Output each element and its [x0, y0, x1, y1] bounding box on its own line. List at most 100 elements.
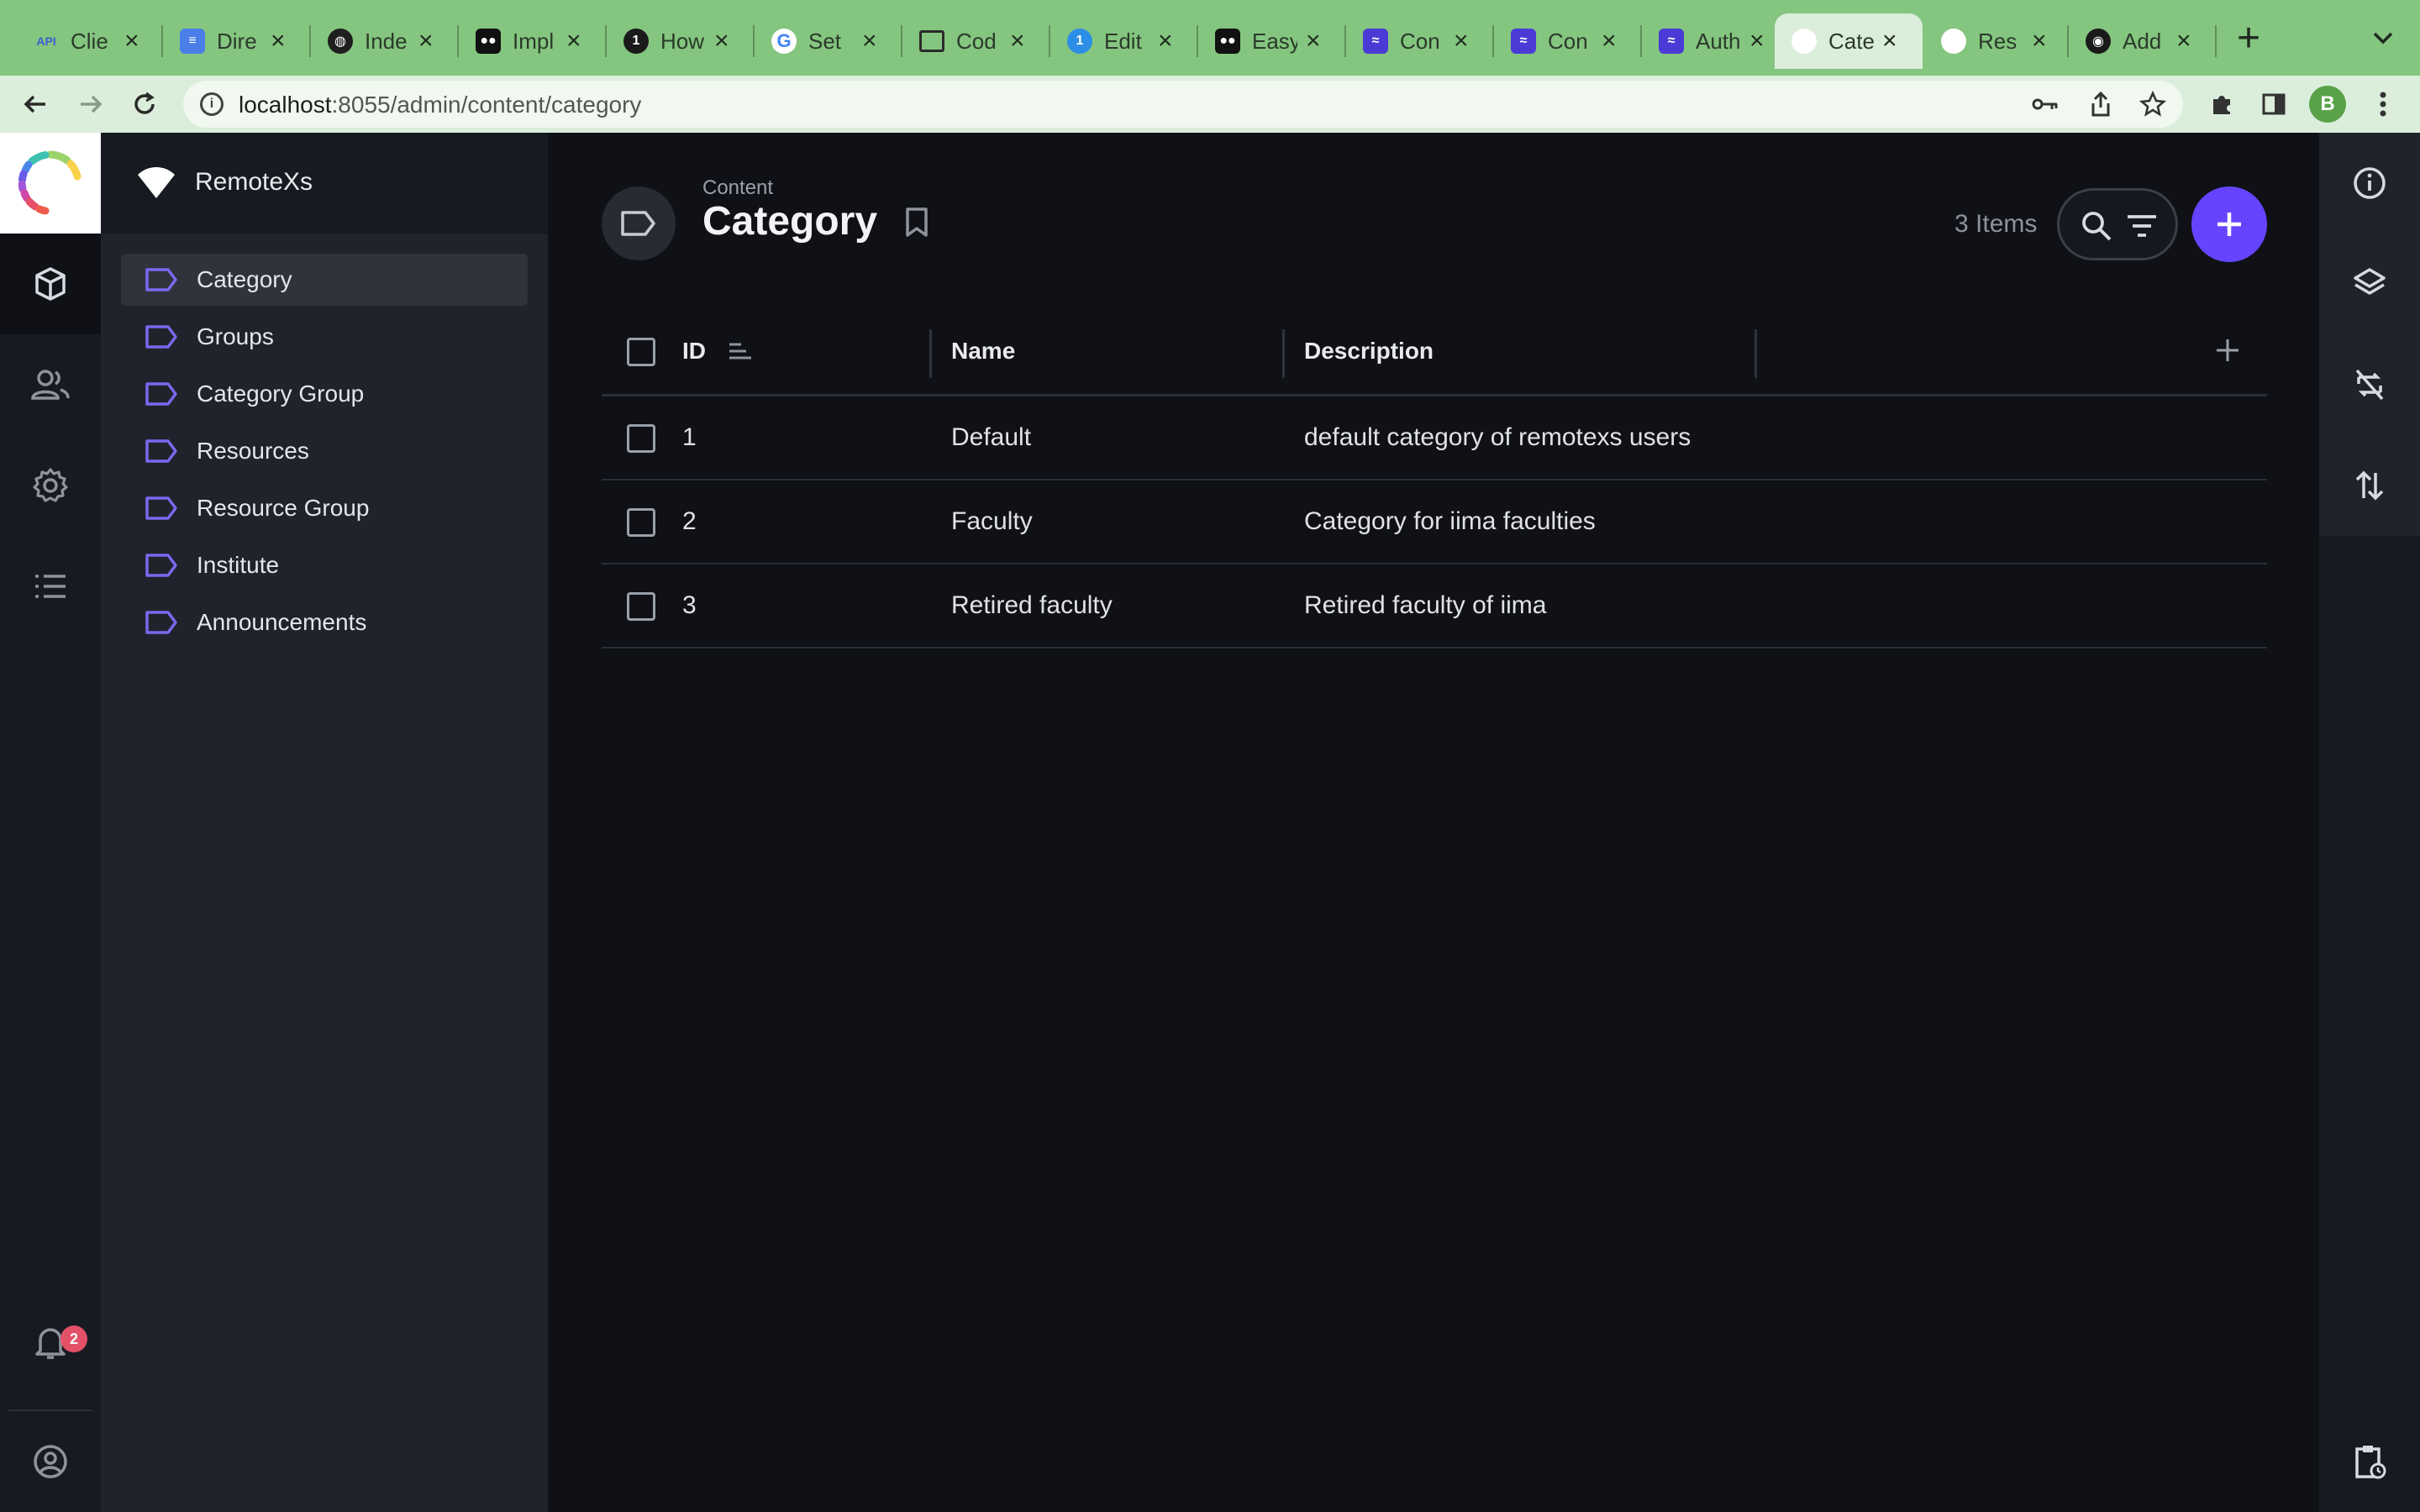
collection-icon-button[interactable]: [602, 186, 676, 260]
plus-icon: [2217, 213, 2241, 236]
browser-tab-active[interactable]: Cate ×: [1775, 13, 1923, 69]
back-arrow-icon[interactable]: [15, 84, 55, 124]
sidebar-import-export-button[interactable]: [2319, 435, 2420, 536]
tab-label: Cate: [1828, 28, 1874, 54]
new-tab-button[interactable]: +: [2237, 18, 2260, 59]
add-field-button[interactable]: [2215, 333, 2240, 370]
browser-tab[interactable]: ●● Easy ×: [1198, 13, 1343, 69]
search-icon: [2082, 212, 2112, 241]
column-resize-handle[interactable]: [1754, 329, 1757, 378]
close-icon[interactable]: ×: [271, 29, 286, 54]
profile-avatar[interactable]: B: [2309, 86, 2346, 123]
browser-tab[interactable]: Cod ×: [902, 13, 1047, 69]
nav-item-category[interactable]: Category: [121, 254, 528, 306]
close-icon[interactable]: ×: [418, 29, 434, 54]
close-icon[interactable]: ×: [714, 29, 729, 54]
table-row[interactable]: 1 Default default category of remotexs u…: [602, 396, 2267, 480]
1password-icon: 1: [623, 29, 649, 54]
close-icon[interactable]: ×: [2032, 29, 2047, 54]
browser-tab[interactable]: 1 How ×: [607, 13, 751, 69]
list-icon: [35, 575, 66, 598]
close-icon[interactable]: ×: [1602, 29, 1617, 54]
close-icon[interactable]: ×: [1306, 29, 1321, 54]
select-all-checkbox[interactable]: [627, 338, 655, 366]
collections-nav: RemoteXs Category Groups Category Group …: [101, 133, 548, 1512]
site-info-icon[interactable]: i: [200, 92, 224, 116]
nav-item-announcements[interactable]: Announcements: [121, 596, 528, 648]
tab-search-chevron-icon[interactable]: [2371, 25, 2395, 52]
browser-tab[interactable]: ≡ Dire ×: [163, 13, 308, 69]
browser-tab[interactable]: ≈ Con ×: [1346, 13, 1491, 69]
close-icon[interactable]: ×: [1454, 29, 1469, 54]
app-logo[interactable]: [0, 133, 101, 234]
project-header[interactable]: RemoteXs: [101, 133, 548, 234]
tab-label: Clie: [71, 28, 108, 54]
reload-icon[interactable]: [124, 84, 165, 124]
module-users[interactable]: [0, 334, 101, 435]
sidebar-refresh-button[interactable]: [2319, 334, 2420, 435]
search-button[interactable]: [2078, 207, 2115, 244]
close-icon[interactable]: ×: [862, 29, 877, 54]
close-icon[interactable]: ×: [1158, 29, 1173, 54]
module-settings[interactable]: [0, 435, 101, 536]
column-header-name[interactable]: Name: [951, 338, 1015, 365]
tab-label: Con: [1548, 28, 1588, 54]
items-table: ID Name Description 1 Default default ca…: [602, 309, 2267, 648]
browser-tab[interactable]: 1 Edit ×: [1050, 13, 1195, 69]
nav-item-resources[interactable]: Resources: [121, 425, 528, 477]
close-icon[interactable]: ×: [1010, 29, 1025, 54]
breadcrumb[interactable]: Content: [702, 176, 773, 200]
close-icon[interactable]: ×: [1749, 29, 1765, 54]
kebab-menu-icon[interactable]: [2365, 86, 2402, 123]
close-icon[interactable]: ×: [1882, 29, 1897, 54]
browser-tab[interactable]: ◍ Inde ×: [311, 13, 455, 69]
forward-arrow-icon[interactable]: [71, 84, 111, 124]
nav-item-institute[interactable]: Institute: [121, 539, 528, 591]
close-icon[interactable]: ×: [566, 29, 581, 54]
filter-button[interactable]: [2123, 207, 2160, 244]
browser-tab[interactable]: Res ×: [1924, 13, 2065, 69]
side-panel-icon[interactable]: [2255, 86, 2292, 123]
share-icon[interactable]: [2084, 87, 2118, 121]
docs-icon: ≡: [180, 29, 205, 54]
url-text[interactable]: localhost:8055/admin/content/category: [239, 92, 641, 118]
bookmark-button[interactable]: [904, 207, 929, 243]
sidebar-clipboard-button[interactable]: [2319, 1411, 2420, 1512]
sync-disabled-icon: [2355, 369, 2384, 401]
row-checkbox[interactable]: [627, 424, 655, 453]
nav-item-category-group[interactable]: Category Group: [121, 368, 528, 420]
column-header-description[interactable]: Description: [1304, 338, 1434, 365]
column-header-id[interactable]: ID: [682, 338, 706, 365]
sidebar-layout-button[interactable]: [2319, 234, 2420, 334]
close-icon[interactable]: ×: [2176, 29, 2191, 54]
extensions-puzzle-icon[interactable]: [2203, 86, 2240, 123]
module-content[interactable]: [0, 234, 101, 334]
column-resize-handle[interactable]: [929, 329, 932, 378]
key-icon[interactable]: [2028, 87, 2062, 121]
sidebar-info-button[interactable]: [2319, 133, 2420, 234]
row-checkbox[interactable]: [627, 592, 655, 621]
browser-tab[interactable]: ≈ Auth ×: [1642, 13, 1773, 69]
module-activity[interactable]: [0, 536, 101, 637]
table-row[interactable]: 2 Faculty Category for iima faculties: [602, 480, 2267, 564]
browser-tab[interactable]: ◉ Add ×: [2069, 13, 2213, 69]
address-bar[interactable]: i localhost:8055/admin/content/category: [183, 81, 2183, 128]
column-resize-handle[interactable]: [1282, 329, 1285, 378]
browser-tab[interactable]: ≈ Con ×: [1494, 13, 1639, 69]
row-checkbox[interactable]: [627, 508, 655, 537]
sort-icon[interactable]: [728, 341, 753, 361]
directus-logo-icon: [18, 150, 82, 215]
directus-icon: ≈: [1363, 29, 1388, 54]
browser-tab[interactable]: API Clie ×: [17, 13, 160, 69]
browser-tab[interactable]: G Set ×: [755, 13, 899, 69]
browser-tab[interactable]: ●● Impl ×: [459, 13, 603, 69]
table-row[interactable]: 3 Retired faculty Retired faculty of iim…: [602, 564, 2267, 648]
create-item-button[interactable]: [2191, 186, 2267, 262]
nav-item-resource-group[interactable]: Resource Group: [121, 482, 528, 534]
bookmark-star-icon[interactable]: [2136, 87, 2170, 121]
cell-id: 1: [682, 423, 697, 451]
nav-item-groups[interactable]: Groups: [121, 311, 528, 363]
user-account-button[interactable]: [0, 1411, 101, 1512]
close-icon[interactable]: ×: [124, 29, 139, 54]
tab-label: How: [660, 28, 705, 54]
